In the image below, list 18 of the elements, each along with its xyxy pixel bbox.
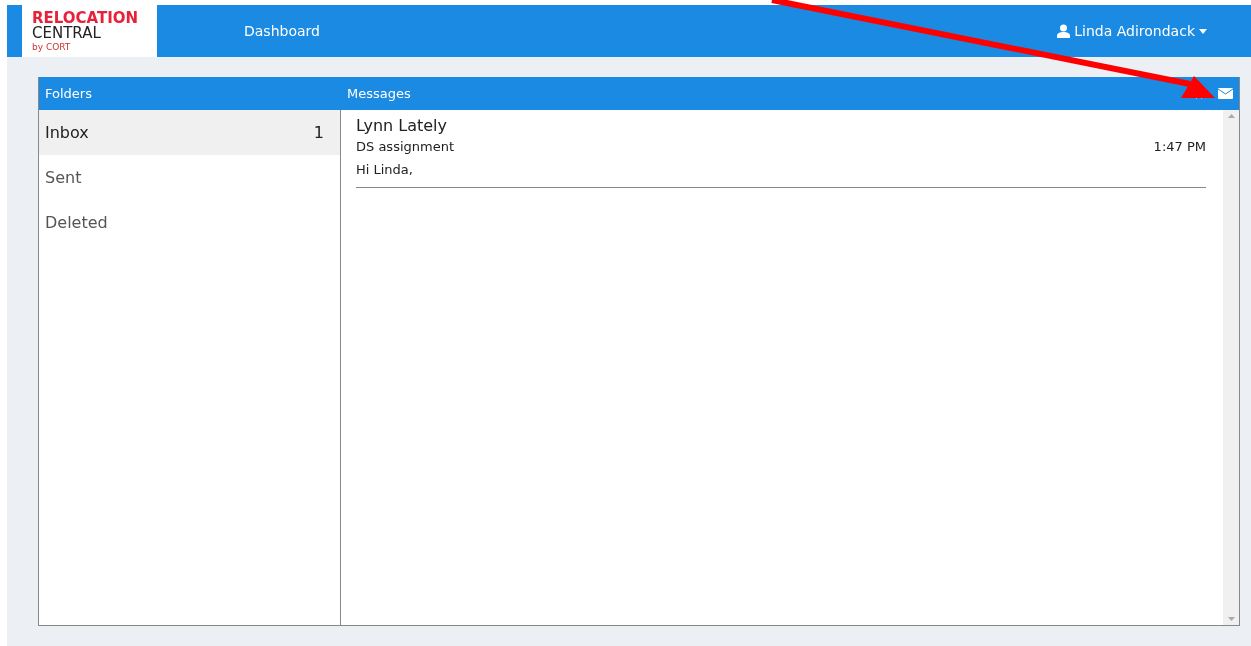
nav-link[interactable]: Dashboard: [244, 23, 320, 39]
message-sender: Lynn Lately: [356, 116, 449, 135]
message-subject: DS assignment: [356, 139, 454, 154]
scroll-up-icon: [1227, 114, 1235, 118]
user-menu[interactable]: Linda Adirondack: [1051, 22, 1213, 40]
user-icon: [1057, 24, 1071, 38]
caret-icon: [1199, 28, 1207, 34]
panel-title: Messages: [347, 86, 411, 101]
panel-title: Folders: [45, 86, 92, 101]
unread-count: 1: [313, 123, 324, 142]
folder-item[interactable]: Inbox 1: [39, 110, 340, 155]
envelope-icon[interactable]: [1218, 88, 1233, 99]
message-preview: Hi Linda,: [356, 162, 414, 177]
scroll-down-icon: [1227, 617, 1235, 621]
message-item[interactable]: Lynn Lately DS assignment 1:47 PM Hi Linda,: [356, 116, 1206, 188]
message-time: 1:47 PM: [1153, 139, 1206, 154]
scrollbar[interactable]: [1223, 110, 1239, 625]
logo: RELOCATION CENTRAL by CORT: [22, 5, 157, 57]
